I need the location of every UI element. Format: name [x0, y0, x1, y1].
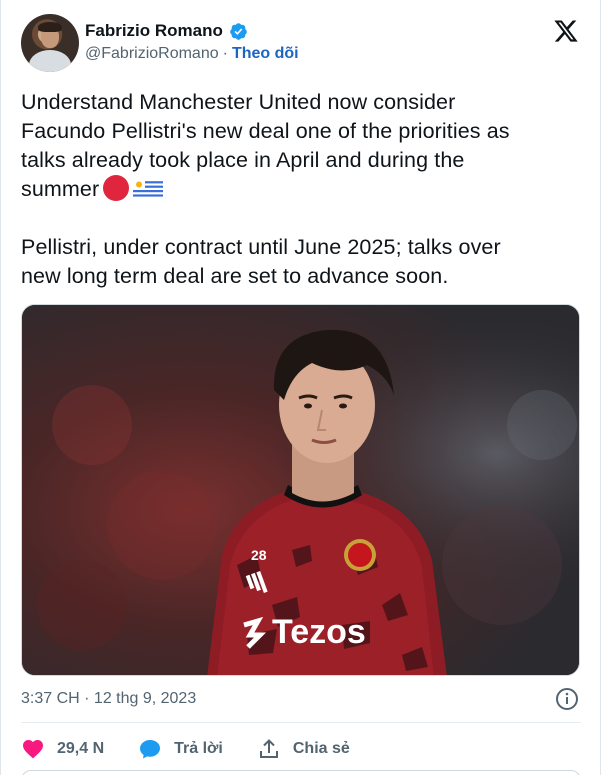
verified-badge-icon [230, 22, 247, 40]
author-avatar[interactable] [21, 14, 79, 72]
divider [21, 722, 581, 723]
share-label: Chia sẻ [292, 740, 350, 757]
player-photo-illustration: 28 Tezos [22, 305, 579, 675]
author-display-name[interactable]: Fabrizio Romano [85, 21, 223, 41]
tweet-header: Fabrizio Romano @FabrizioRomano · Theo d… [21, 14, 583, 74]
share-upload-icon [259, 739, 278, 758]
tweet-paragraph-2: Pellistri, under contract until June 202… [21, 235, 501, 288]
tweet-paragraph-1: Understand Manchester United now conside… [21, 88, 581, 204]
like-button[interactable]: 29,4 N [21, 737, 104, 761]
uruguay-flag-icon [133, 179, 164, 199]
info-icon[interactable] [555, 687, 579, 711]
reply-bubble-icon [140, 740, 161, 759]
tweet-card: Fabrizio Romano @FabrizioRomano · Theo d… [0, 0, 601, 775]
action-bar: 29,4 N Trả lời Chia sẻ [21, 736, 384, 762]
reply-label: Trả lời [174, 740, 223, 757]
author-info: Fabrizio Romano @FabrizioRomano · Theo d… [85, 20, 299, 63]
author-handle[interactable]: @FabrizioRomano [85, 45, 219, 63]
read-replies-button[interactable] [21, 770, 581, 775]
tweet-timestamp[interactable]: 3:37 CH · 12 thg 9, 2023 [21, 690, 196, 708]
handle-separator: · [222, 45, 228, 62]
tweet-paragraph-1-text: Understand Manchester United now conside… [21, 90, 510, 201]
tweet-photo[interactable]: 28 Tezos [21, 304, 580, 676]
heart-icon [23, 740, 43, 759]
jersey-number: 28 [251, 547, 267, 563]
share-button[interactable]: Chia sẻ [257, 737, 350, 761]
reply-button[interactable]: Trả lời [138, 737, 223, 761]
tweet-text: Understand Manchester United now conside… [21, 88, 581, 291]
red-circle-emoji-icon [103, 175, 130, 201]
x-logo-icon[interactable] [553, 18, 579, 44]
like-count: 29,4 N [57, 740, 105, 757]
follow-button[interactable]: Theo dõi [232, 45, 299, 63]
sponsor-logo-text: Tezos [272, 613, 366, 651]
